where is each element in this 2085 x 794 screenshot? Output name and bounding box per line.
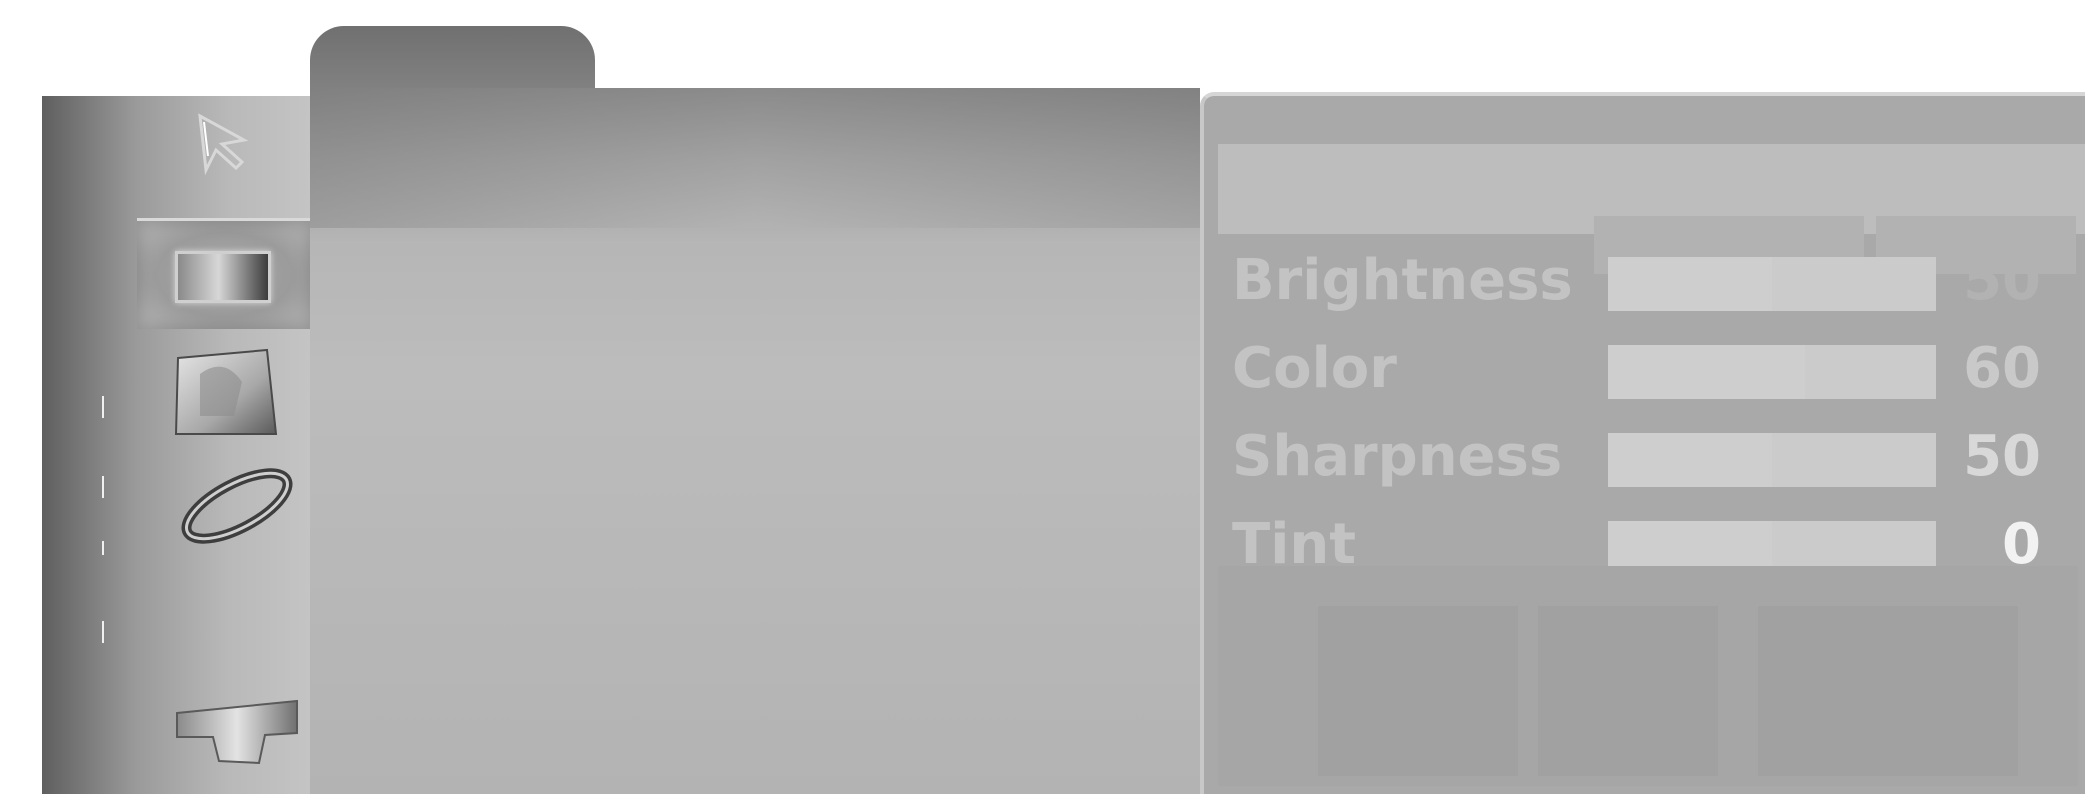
- screen-icon[interactable]: [172, 346, 282, 441]
- footer-block: [1758, 606, 2018, 776]
- settings-footer: [1218, 566, 2078, 786]
- sharpness-row[interactable]: Sharpness 50: [1204, 422, 2085, 492]
- cursor-icon[interactable]: [192, 110, 262, 180]
- brightness-slider[interactable]: [1608, 257, 1936, 311]
- utility-icon[interactable]: [167, 691, 312, 781]
- color-row[interactable]: Color 60: [1204, 334, 2085, 404]
- divider-tick: [102, 541, 104, 555]
- picture-panel: [310, 88, 1200, 794]
- sharpness-slider[interactable]: [1608, 433, 1936, 487]
- slider-fill: [1608, 433, 1772, 487]
- color-value: 60: [1963, 336, 2041, 401]
- brightness-value: 50: [1963, 248, 2041, 313]
- footer-block: [1318, 606, 1518, 776]
- divider-tick: [102, 396, 104, 418]
- sharpness-label: Sharpness: [1232, 424, 1563, 489]
- picture-settings-panel: Brightness 50 Color 60 Sharpness 50 Tint…: [1200, 92, 2085, 794]
- divider-tick: [102, 621, 104, 643]
- sound-icon[interactable]: [162, 456, 312, 556]
- brightness-label: Brightness: [1232, 248, 1573, 313]
- footer-block: [1538, 606, 1718, 776]
- sharpness-value: 50: [1963, 424, 2041, 489]
- brightness-row[interactable]: Brightness 50: [1204, 246, 2085, 316]
- color-slider[interactable]: [1608, 345, 1936, 399]
- picture-menu-button[interactable]: [137, 218, 312, 329]
- color-label: Color: [1232, 336, 1397, 401]
- menu-sidebar: [42, 96, 313, 794]
- picture-icon: [175, 251, 271, 303]
- divider-tick: [102, 476, 104, 498]
- osd-screen: Brightness 50 Color 60 Sharpness 50 Tint…: [0, 0, 2085, 794]
- slider-fill: [1608, 345, 1805, 399]
- slider-fill: [1608, 257, 1772, 311]
